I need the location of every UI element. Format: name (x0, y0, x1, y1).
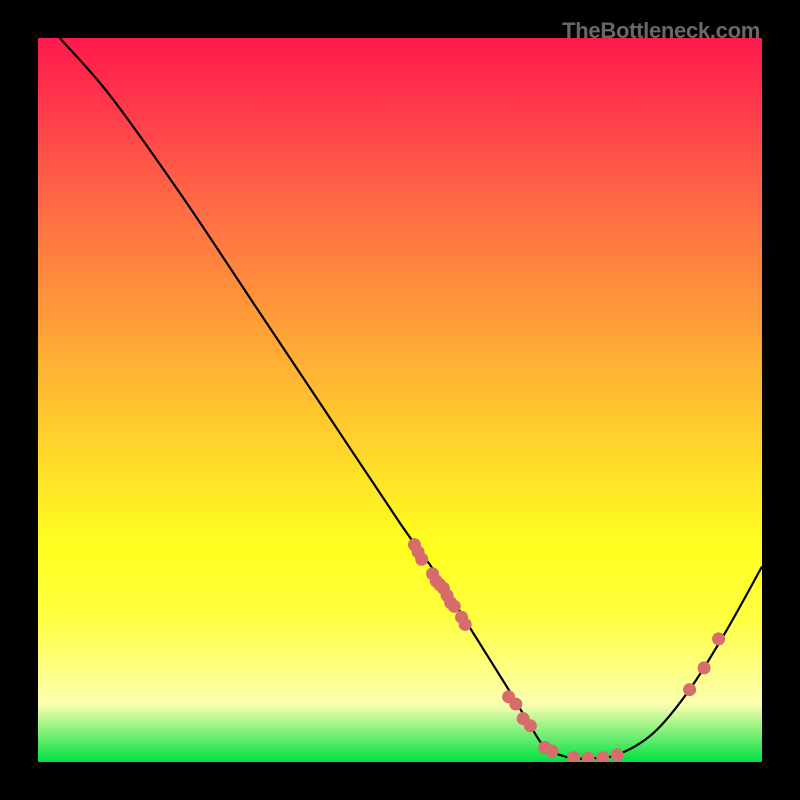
data-point (524, 719, 537, 732)
plot-area (38, 38, 762, 762)
data-point (611, 748, 624, 761)
data-point (596, 751, 609, 762)
data-point (546, 745, 559, 758)
data-markers (408, 538, 725, 762)
chart-container: TheBottleneck.com (0, 0, 800, 800)
data-point (712, 632, 725, 645)
data-point (683, 683, 696, 696)
data-point (459, 618, 472, 631)
data-point (698, 661, 711, 674)
curve-svg (38, 38, 762, 762)
data-point (582, 752, 595, 762)
data-point (415, 553, 428, 566)
bottleneck-curve (60, 38, 762, 759)
data-point (509, 698, 522, 711)
data-point (567, 751, 580, 762)
data-point (448, 600, 461, 613)
